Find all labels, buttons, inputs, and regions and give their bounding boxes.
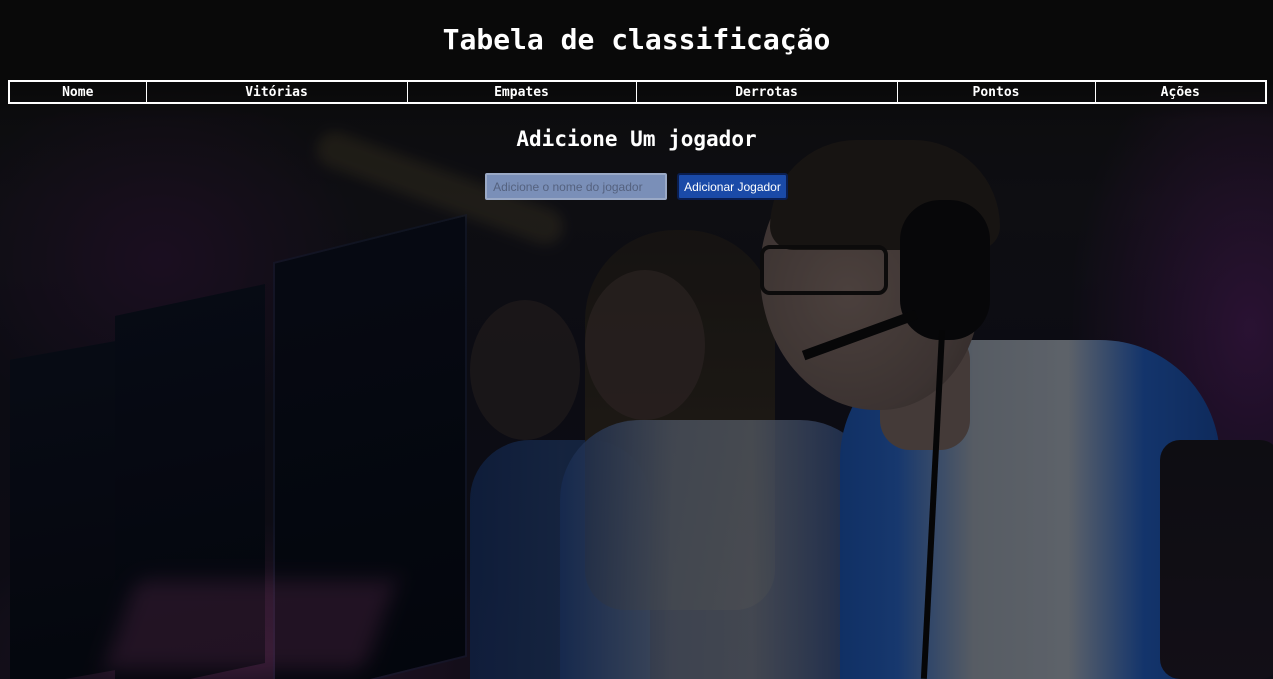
column-header-empates: Empates xyxy=(406,80,637,104)
column-header-derrotas: Derrotas xyxy=(635,80,898,104)
standings-table-wrapper: Nome Vitórias Empates Derrotas Pontos Aç… xyxy=(8,80,1267,104)
standings-table: Nome Vitórias Empates Derrotas Pontos Aç… xyxy=(8,80,1267,104)
player-name-input[interactable] xyxy=(485,173,668,200)
add-player-title: Adicione Um jogador xyxy=(516,127,757,151)
page-title: Tabela de classificação xyxy=(442,23,831,56)
table-header-row: Nome Vitórias Empates Derrotas Pontos Aç… xyxy=(8,80,1267,104)
column-header-acoes: Ações xyxy=(1094,80,1267,104)
column-header-vitorias: Vitórias xyxy=(145,80,408,104)
column-header-pontos: Pontos xyxy=(896,80,1096,104)
main-content: Tabela de classificação Nome Vitórias Em… xyxy=(0,0,1273,200)
add-player-form: Adicionar Jogador xyxy=(0,173,1273,200)
add-player-button[interactable]: Adicionar Jogador xyxy=(677,173,788,200)
column-header-nome: Nome xyxy=(8,80,147,104)
